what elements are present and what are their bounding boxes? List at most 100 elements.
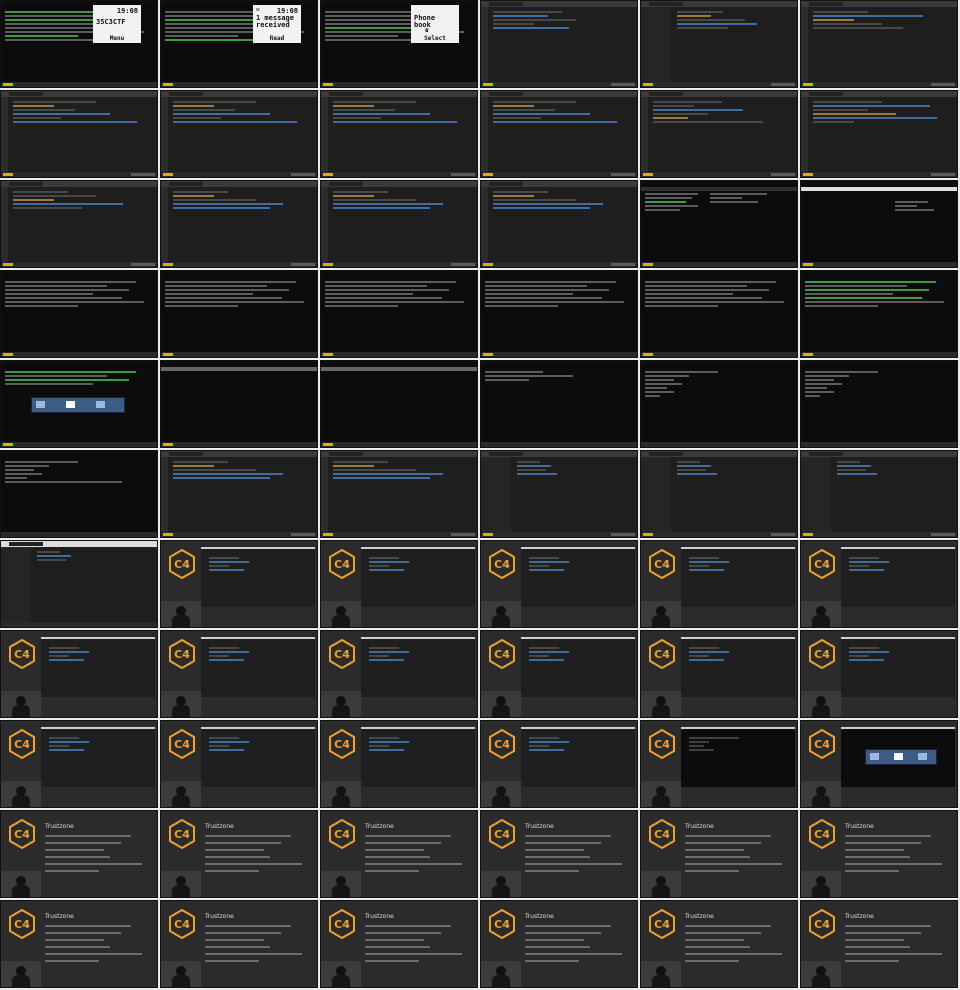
thumb-terminal[interactable] <box>800 270 958 358</box>
thumb-editor[interactable] <box>0 90 158 178</box>
thumb-slide-trustzone[interactable]: C4 Trustzone <box>0 810 158 898</box>
svg-text:C4: C4 <box>174 648 190 661</box>
thumb-slide-trustzone[interactable]: C4 Trustzone <box>0 900 158 988</box>
thumb-slide-trustzone[interactable]: C4 Trustzone <box>160 810 318 898</box>
svg-text:C4: C4 <box>174 558 190 571</box>
thumb-editor[interactable] <box>480 0 638 88</box>
thumb-terminal[interactable] <box>0 450 158 538</box>
svg-text:C4: C4 <box>654 918 670 931</box>
c4-hexagon-logo-icon: C4 <box>329 908 355 940</box>
thumb-slide-code[interactable]: C4 <box>320 540 478 628</box>
phone-screen-menu: 19:08 35C3CTF Menu <box>93 5 141 43</box>
thumb-slide-trustzone[interactable]: C4 Trustzone <box>800 900 958 988</box>
thumb-slide-code[interactable]: C4 <box>320 630 478 718</box>
thumb-editor[interactable] <box>320 180 478 268</box>
thumb-editor[interactable] <box>160 450 318 538</box>
thumb-slide-trustzone[interactable]: C4 Trustzone <box>640 900 798 988</box>
thumb-slide-code[interactable]: C4 <box>0 630 158 718</box>
webcam-presenter <box>1 781 41 807</box>
thumb-terminal[interactable] <box>800 360 958 448</box>
thumb-editor[interactable] <box>480 180 638 268</box>
svg-text:C4: C4 <box>334 828 350 841</box>
thumb-terminal[interactable] <box>480 270 638 358</box>
thumb-editor[interactable] <box>160 90 318 178</box>
thumb-editor[interactable] <box>800 0 958 88</box>
c4-hexagon-logo-icon: C4 <box>489 548 515 580</box>
thumb-slide-code[interactable]: C4 <box>160 720 318 808</box>
svg-text:C4: C4 <box>814 828 830 841</box>
thumb-editor[interactable] <box>160 180 318 268</box>
c4-hexagon-logo-icon: C4 <box>169 818 195 850</box>
thumb-editor[interactable] <box>320 450 478 538</box>
c4-hexagon-logo-icon: C4 <box>649 638 675 670</box>
thumb-terminal[interactable] <box>160 270 318 358</box>
c4-hexagon-logo-icon: C4 <box>649 908 675 940</box>
thumb-editor[interactable] <box>320 90 478 178</box>
thumb-editor[interactable] <box>480 450 638 538</box>
thumb-slide-code[interactable]: C4 <box>480 720 638 808</box>
thumb-slide-trustzone[interactable]: C4 Trustzone <box>800 810 958 898</box>
thumb-editor[interactable] <box>640 0 798 88</box>
svg-text:C4: C4 <box>334 648 350 661</box>
c4-hexagon-logo-icon: C4 <box>329 548 355 580</box>
thumb-terminal-dialog[interactable] <box>0 360 158 448</box>
thumb-slide-code[interactable]: C4 <box>160 630 318 718</box>
webcam-presenter <box>161 871 201 897</box>
thumb-terminal[interactable] <box>640 360 798 448</box>
thumb-slide-code[interactable]: C4 <box>640 630 798 718</box>
thumb-editor[interactable] <box>480 90 638 178</box>
thumb-editor[interactable] <box>800 450 958 538</box>
svg-text:C4: C4 <box>494 918 510 931</box>
svg-text:C4: C4 <box>494 558 510 571</box>
webcam-presenter <box>641 691 681 717</box>
thumb-terminal[interactable] <box>640 270 798 358</box>
thumb-editor[interactable] <box>640 450 798 538</box>
svg-text:C4: C4 <box>334 558 350 571</box>
c4-hexagon-logo-icon: C4 <box>169 908 195 940</box>
thumb-slide-trustzone[interactable]: C4 Trustzone <box>480 810 638 898</box>
thumb-slide-trustzone[interactable]: C4 Trustzone <box>160 900 318 988</box>
thumb-slide-code[interactable]: C4 <box>800 630 958 718</box>
thumb-slide-trustzone[interactable]: C4 Trustzone <box>320 900 478 988</box>
thumb-slide-code[interactable]: C4 <box>480 540 638 628</box>
webcam-presenter <box>321 601 361 627</box>
webcam-presenter <box>481 871 521 897</box>
thumb-slide-code[interactable]: C4 <box>640 540 798 628</box>
webcam-presenter <box>1 691 41 717</box>
thumb-slide-trustzone[interactable]: C4 Trustzone <box>480 900 638 988</box>
thumb-editor[interactable] <box>0 540 158 628</box>
thumb-editor[interactable] <box>640 90 798 178</box>
thumb-terminal[interactable]: ✉ 19:08 1 message received Read <box>160 0 318 88</box>
c4-hexagon-logo-icon: C4 <box>9 908 35 940</box>
thumb-terminal[interactable] <box>320 360 478 448</box>
thumb-editor[interactable] <box>800 90 958 178</box>
row-10: C4 Trustzone C4 Trustzone C4 Trustzone C4 Tr… <box>0 810 960 898</box>
thumb-slide-code[interactable]: C4 <box>480 630 638 718</box>
thumb-terminal[interactable]: 19:08 35C3CTF Menu <box>0 0 158 88</box>
webcam-presenter <box>481 961 521 987</box>
thumb-terminal[interactable] <box>160 360 318 448</box>
thumb-terminal[interactable] <box>320 270 478 358</box>
webcam-presenter <box>1 871 41 897</box>
thumb-slide-code[interactable]: C4 <box>0 720 158 808</box>
thumb-terminal[interactable] <box>0 270 158 358</box>
thumb-slide-code[interactable]: C4 <box>800 540 958 628</box>
thumb-slide-trustzone[interactable]: C4 Trustzone <box>320 810 478 898</box>
webcam-presenter <box>481 691 521 717</box>
thumb-terminal[interactable]: Phone book ☎ Select <box>320 0 478 88</box>
thumb-terminal-split[interactable] <box>640 180 798 268</box>
c4-hexagon-logo-icon: C4 <box>489 638 515 670</box>
thumb-slide-code[interactable]: C4 <box>160 540 318 628</box>
c4-hexagon-logo-icon: C4 <box>329 728 355 760</box>
thumb-slide-trustzone[interactable]: C4 Trustzone <box>640 810 798 898</box>
thumb-editor[interactable] <box>0 180 158 268</box>
svg-text:C4: C4 <box>654 648 670 661</box>
thumb-terminal-split[interactable] <box>800 180 958 268</box>
thumb-slide-code[interactable]: C4 <box>320 720 478 808</box>
webcam-presenter <box>641 871 681 897</box>
thumb-slide-dialog[interactable]: C4 <box>800 720 958 808</box>
c4-hexagon-logo-icon: C4 <box>649 818 675 850</box>
thumb-slide-terminal[interactable]: C4 <box>640 720 798 808</box>
thumb-terminal[interactable] <box>480 360 638 448</box>
row-5 <box>0 360 960 448</box>
